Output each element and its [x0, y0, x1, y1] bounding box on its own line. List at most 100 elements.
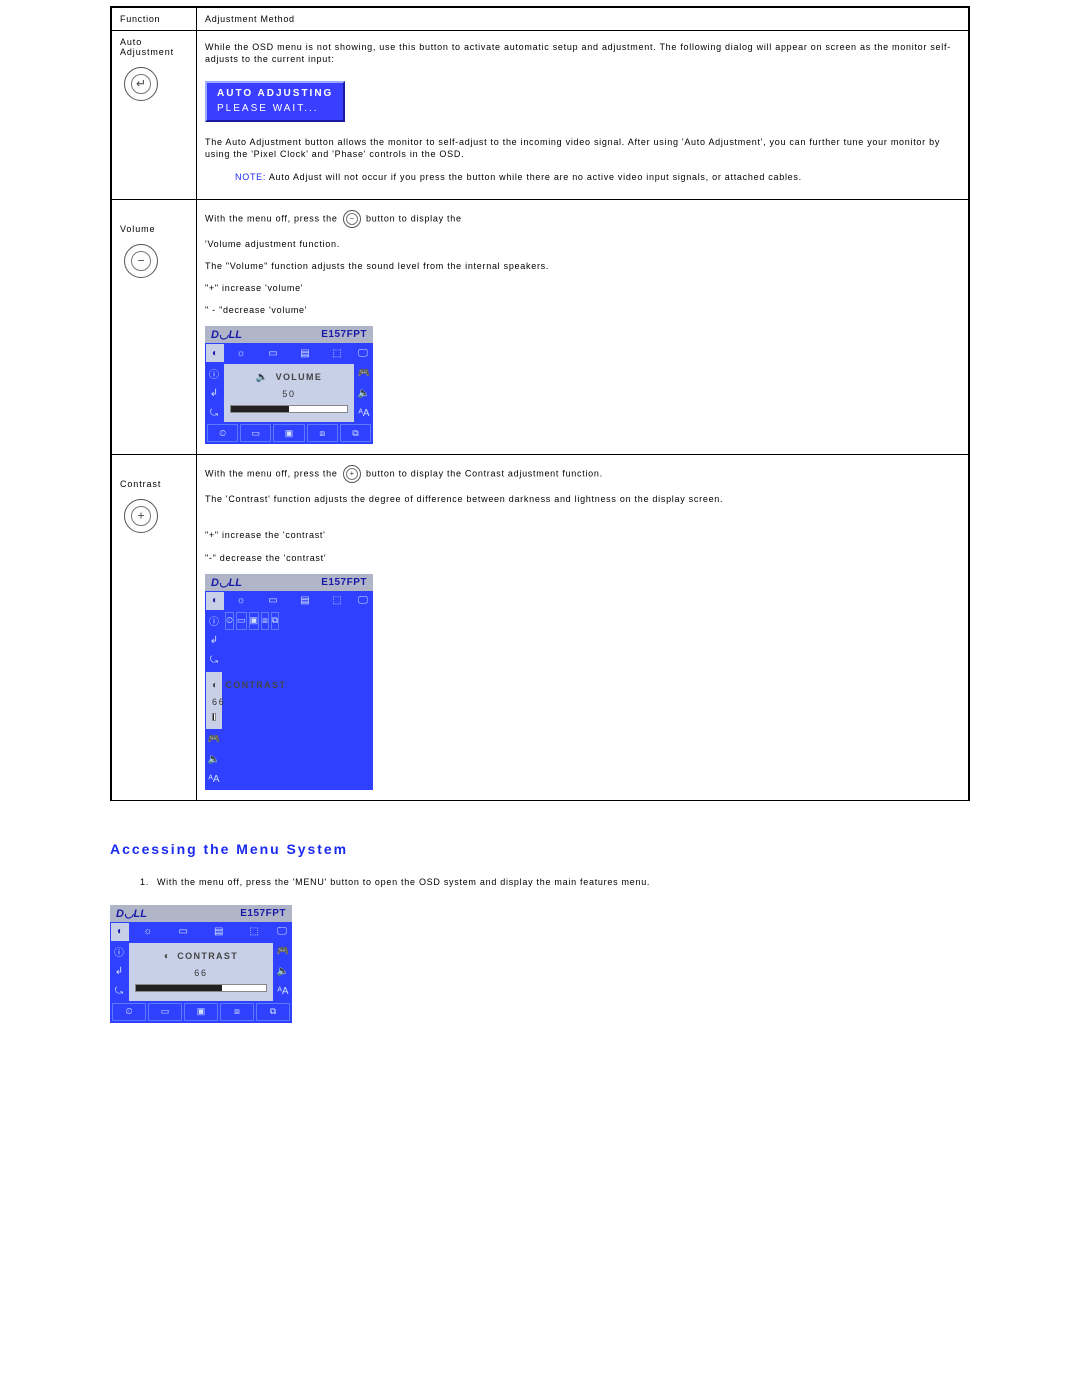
- osd-right-icon: 🎮: [206, 731, 222, 749]
- osd-top-icon: ⬚: [238, 923, 272, 941]
- osd-titlebar: D◡LL E157FPT: [205, 326, 373, 343]
- osd-top-icon: ▭: [167, 923, 201, 941]
- osd-adj-title: 🔈VOLUME: [230, 372, 348, 383]
- osd-progress-bar: [212, 713, 216, 721]
- volume-p5: " - "decrease 'volume': [205, 304, 960, 316]
- row-contrast: Contrast + With the menu off, press the …: [112, 455, 969, 800]
- auto-dialog-line1: AUTO ADJUSTING: [217, 88, 333, 99]
- auto-dialog-line2: PLEASE WAIT...: [217, 103, 333, 114]
- plus-icon: +: [344, 466, 360, 481]
- contrast-icon: ◐: [212, 680, 219, 691]
- osd-right-icon: 🔈: [356, 384, 372, 402]
- osd-bottom-icon: ⧉: [256, 1003, 290, 1021]
- contrast-p3: "+" increase the 'contrast': [205, 529, 960, 541]
- osd-model: E157FPT: [321, 329, 367, 340]
- inline-plus-button-icon: +: [343, 465, 361, 483]
- osd-bottom-icon: ⧉: [340, 424, 371, 442]
- auto-p2: The Auto Adjustment button allows the mo…: [205, 136, 960, 160]
- osd-top-icon: ▤: [202, 923, 236, 941]
- osd-bottom-icon: ▭: [148, 1003, 182, 1021]
- func-label-contrast: Contrast: [120, 479, 188, 489]
- volume-p1: With the menu off, press the − button to…: [205, 210, 960, 228]
- table-header-row: Function Adjustment Method: [112, 8, 969, 31]
- contrast-post-btn: button to display the Contrast adjustmen…: [366, 469, 603, 479]
- osd-center: 🔈VOLUME 50: [224, 364, 354, 422]
- contrast-button-icon: +: [124, 499, 158, 533]
- osd-bottom-icon: ⧈: [261, 612, 269, 630]
- osd-bottom-icon: ▭: [236, 612, 247, 630]
- osd-bottom-icon: ▣: [273, 424, 304, 442]
- osd-left-icon: ⤿: [206, 404, 222, 422]
- osd-bottom-row: ⏲ ▭ ▣ ⧈ ⧉: [205, 423, 373, 444]
- osd-center: ◐CONTRAST 66: [129, 943, 273, 1001]
- contrast-pre-btn: With the menu off, press the: [205, 469, 341, 479]
- osd-bottom-icon: ⧈: [220, 1003, 254, 1021]
- osd-volume: D◡LL E157FPT ◐ ☼ ▭ ▤ ⬚ 🖵: [205, 326, 373, 444]
- osd-bottom-icon: ▣: [184, 1003, 218, 1021]
- osd-right-icon: ᴬA: [206, 771, 222, 789]
- func-cell-contrast: Contrast +: [112, 455, 197, 800]
- osd-left-icon: ⤿: [111, 983, 127, 1001]
- dell-logo: D◡LL: [211, 576, 242, 589]
- osd-top-icon: ⬚: [322, 592, 352, 610]
- osd-top-sel-icon: ◐: [206, 344, 224, 362]
- volume-post-btn: button to display the: [366, 213, 462, 223]
- osd-titlebar: D◡LL E157FPT: [110, 905, 292, 922]
- function-table: Function Adjustment Method Auto Adjustme…: [111, 7, 969, 801]
- note-text: Auto Adjust will not occur if you press …: [269, 172, 802, 182]
- contrast-p1: With the menu off, press the + button to…: [205, 465, 960, 483]
- osd-contrast: D◡LL E157FPT ◐ ☼ ▭ ▤ ⬚ 🖵: [205, 574, 373, 790]
- osd-left-icon: ⓘ: [206, 364, 222, 382]
- osd-value: 66: [212, 697, 216, 707]
- osd-left-icon: ⤿: [206, 652, 222, 670]
- list-item-number: 1.: [140, 877, 149, 887]
- osd-bottom-row: ⏲ ▭ ▣ ⧈ ⧉: [223, 611, 281, 632]
- osd-right-icon: 🔈: [206, 751, 222, 769]
- volume-p2: 'Volume adjustment function.: [205, 238, 960, 250]
- osd-adj-title: ◐CONTRAST: [135, 951, 267, 962]
- osd-right-icon: ᴬA: [275, 983, 291, 1001]
- func-label-auto: Auto Adjustment: [120, 37, 188, 57]
- osd-title-text: VOLUME: [276, 372, 323, 382]
- osd-title-text: CONTRAST: [177, 951, 238, 961]
- col-header-function: Function: [112, 8, 197, 31]
- auto-note: NOTE: Auto Adjust will not occur if you …: [235, 171, 960, 183]
- contrast-p2: The 'Contrast' function adjusts the degr…: [205, 493, 960, 505]
- osd-top-row: ◐ ☼ ▭ ▤ ⬚ 🖵: [205, 343, 373, 363]
- auto-adjusting-dialog: AUTO ADJUSTING PLEASE WAIT...: [205, 81, 345, 122]
- osd-body: ⓘ ↲ ⤿ 🔈VOLUME 50 🎮 🔈: [205, 363, 373, 423]
- desc-cell-auto: While the OSD menu is not showing, use t…: [197, 31, 969, 200]
- volume-p3: The "Volume" function adjusts the sound …: [205, 260, 960, 272]
- osd-top-icon: 🖵: [354, 344, 372, 362]
- osd-body: ⓘ ↲ ⤿ ◐CONTRAST 66 🎮 🔈 ᴬA: [110, 942, 292, 1002]
- osd-titlebar: D◡LL E157FPT: [205, 574, 373, 591]
- func-label-volume: Volume: [120, 224, 188, 234]
- minus-icon: −: [344, 211, 360, 226]
- osd-value: 66: [135, 968, 267, 978]
- osd-left-icon: ⓘ: [206, 612, 222, 630]
- inline-minus-button-icon: −: [343, 210, 361, 228]
- volume-p4: "+" increase 'volume': [205, 282, 960, 294]
- func-cell-volume: Volume −: [112, 199, 197, 455]
- osd-progress-bar: [135, 984, 267, 992]
- osd-bottom-icon: ▣: [249, 612, 260, 630]
- accessing-osd-wrap: D◡LL E157FPT ◐ ☼ ▭ ▤ ⬚ 🖵 ⓘ ↲ ⤿ ◐CONTRAST: [110, 905, 1080, 1023]
- osd-left-icon: ⓘ: [111, 943, 127, 961]
- osd-bottom-icon: ⏲: [225, 612, 234, 630]
- desc-cell-contrast: With the menu off, press the + button to…: [197, 455, 969, 800]
- osd-model: E157FPT: [240, 908, 286, 919]
- osd-top-icon: ⬚: [322, 344, 352, 362]
- osd-right-col: 🎮 🔈 ᴬA: [355, 363, 373, 423]
- osd-right-icon: ᴬA: [356, 404, 372, 422]
- osd-center: ◐CONTRAST 66: [206, 672, 222, 729]
- osd-model: E157FPT: [321, 577, 367, 588]
- osd-bottom-row: ⏲ ▭ ▣ ⧈ ⧉: [110, 1002, 292, 1023]
- osd-bottom-icon: ⧉: [271, 612, 279, 630]
- osd-progress-fill: [213, 714, 214, 720]
- osd-left-col: ⓘ ↲ ⤿: [205, 363, 223, 423]
- osd-top-row: ◐ ☼ ▭ ▤ ⬚ 🖵: [205, 591, 373, 611]
- osd-value: 50: [230, 389, 348, 399]
- osd-left-icon: ↲: [206, 632, 222, 650]
- osd-top-sel-icon: ◐: [206, 592, 224, 610]
- minus-icon: −: [125, 253, 157, 267]
